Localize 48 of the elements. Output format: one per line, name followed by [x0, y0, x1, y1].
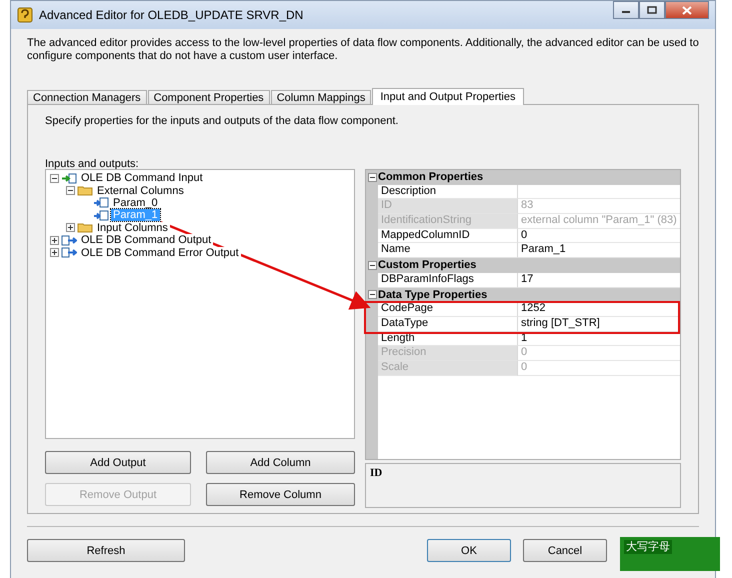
property-name[interactable]: CodePage: [378, 302, 518, 317]
ime-toolbar[interactable]: 大写字母: [620, 537, 720, 571]
window-title: Advanced Editor for OLEDB_UPDATE SRVR_DN: [39, 8, 304, 22]
tab[interactable]: Column Mappings: [270, 90, 372, 104]
help-title: ID: [370, 467, 382, 479]
tree-item[interactable]: OLE DB Command Input: [79, 172, 205, 184]
property-value[interactable]: 0: [518, 228, 680, 244]
property-value[interactable]: 1252: [518, 302, 680, 317]
column-icon: [93, 210, 109, 221]
description-text: The advanced editor provides access to the low-level properties of data flow components. Additionally, the advanced editor can be used to configure components that do not have a custom user interface.: [27, 37, 699, 64]
tree-item[interactable]: OLE DB Command Error Output: [79, 246, 241, 259]
property-name[interactable]: DataType: [378, 316, 518, 332]
output-arrow-icon: [61, 247, 77, 258]
property-name[interactable]: MappedColumnID: [378, 228, 518, 244]
tab[interactable]: Connection Managers: [27, 90, 147, 104]
minimize-button[interactable]: [613, 1, 639, 19]
panel-button[interactable]: Add Column: [206, 451, 355, 474]
close-icon: [682, 6, 692, 14]
panel-button[interactable]: Add Output: [45, 451, 191, 474]
dialog-button[interactable]: Refresh: [27, 539, 185, 562]
ime-mode-label[interactable]: 大写字母: [624, 540, 672, 554]
collapse-icon[interactable]: [368, 260, 376, 270]
app-icon: [17, 7, 33, 23]
collapse-icon[interactable]: [368, 290, 376, 300]
dialog-button[interactable]: OK: [427, 539, 511, 562]
expand-icon[interactable]: [50, 236, 59, 245]
close-button[interactable]: [665, 1, 709, 19]
expand-icon[interactable]: [66, 223, 75, 232]
maximize-icon: [647, 6, 657, 14]
input-arrow-icon: [61, 172, 77, 184]
panel-button[interactable]: Remove Column: [206, 483, 355, 506]
expand-icon[interactable]: [50, 248, 59, 258]
tree-label: Inputs and outputs:: [45, 158, 139, 170]
column-icon: [93, 197, 109, 208]
dialog-button[interactable]: Cancel: [523, 539, 607, 562]
property-value[interactable]: string [DT_STR]: [518, 316, 680, 332]
tree-item[interactable]: Input Columns: [95, 222, 170, 234]
collapse-icon[interactable]: [368, 172, 376, 182]
output-arrow-icon: [61, 234, 77, 246]
tree-item[interactable]: External Columns: [95, 184, 186, 197]
tree-item[interactable]: OLE DB Command Output: [79, 234, 214, 246]
tree-item[interactable]: Param_0: [111, 196, 160, 209]
tab[interactable]: Component Properties: [148, 90, 270, 104]
instruction-text: Specify properties for the inputs and outputs of the data flow component.: [45, 115, 398, 127]
collapse-icon[interactable]: [50, 174, 59, 183]
maximize-button[interactable]: [639, 1, 665, 19]
tab[interactable]: Input and Output Properties: [372, 88, 524, 105]
collapse-icon[interactable]: [66, 186, 75, 196]
